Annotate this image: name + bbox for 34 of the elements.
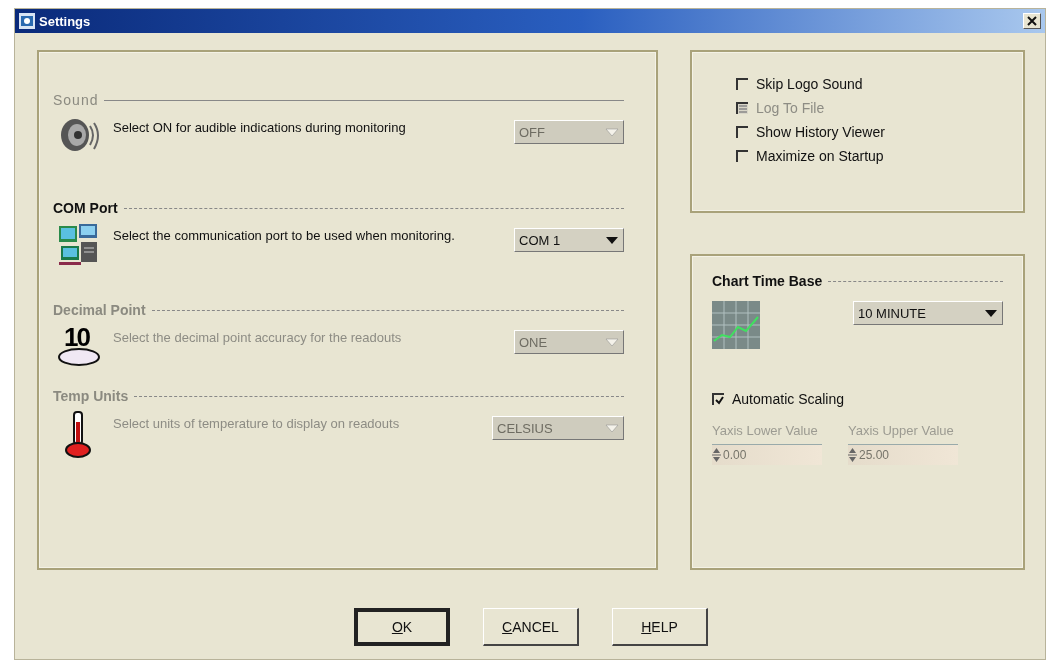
- section-description: Select the communication port to be used when monitoring.: [113, 227, 456, 245]
- section-title: COM Port: [53, 200, 118, 216]
- checkbox-label: Automatic Scaling: [732, 391, 845, 407]
- dropdown[interactable]: COM 1: [514, 228, 624, 252]
- checkbox[interactable]: [736, 126, 748, 138]
- field-label: Yaxis Upper Value: [848, 423, 955, 438]
- checkbox[interactable]: [736, 78, 748, 90]
- section-description: Select the decimal point accuracy for the readouts: [113, 329, 403, 347]
- dropdown[interactable]: 10 MINUTE: [853, 301, 1003, 325]
- app-icon: [19, 13, 35, 29]
- caret-icon: [605, 423, 619, 433]
- section-description: Select units of temperature to display on readouts: [113, 415, 401, 433]
- section-description: Select ON for audible indications during monitoring: [113, 119, 407, 137]
- checkbox-label: Skip Logo Sound: [756, 76, 863, 92]
- dialog-button[interactable]: HELP: [612, 608, 708, 646]
- checkbox-label: Log To File: [756, 100, 825, 116]
- dialog-button[interactable]: OK: [354, 608, 450, 646]
- dialog-button[interactable]: CANCEL: [483, 608, 579, 646]
- section-title: Chart Time Base: [712, 273, 823, 289]
- window-title: Settings: [39, 13, 91, 29]
- checkbox-label: Show History Viewer: [756, 124, 885, 140]
- section-title: Temp Units: [53, 388, 129, 404]
- checkbox[interactable]: [712, 393, 724, 405]
- chart-icon: [712, 301, 760, 349]
- checkbox[interactable]: [736, 150, 748, 162]
- checkbox-label: Maximize on Startup: [756, 148, 884, 164]
- caret-icon: [605, 235, 619, 245]
- caret-icon: [605, 337, 619, 347]
- close-button[interactable]: [1023, 13, 1041, 29]
- caret-icon: [984, 308, 998, 318]
- caret-icon: [605, 127, 619, 137]
- section-title: Sound: [53, 92, 99, 108]
- field-label: Yaxis Lower Value: [712, 423, 819, 438]
- section-title: Decimal Point: [53, 302, 146, 318]
